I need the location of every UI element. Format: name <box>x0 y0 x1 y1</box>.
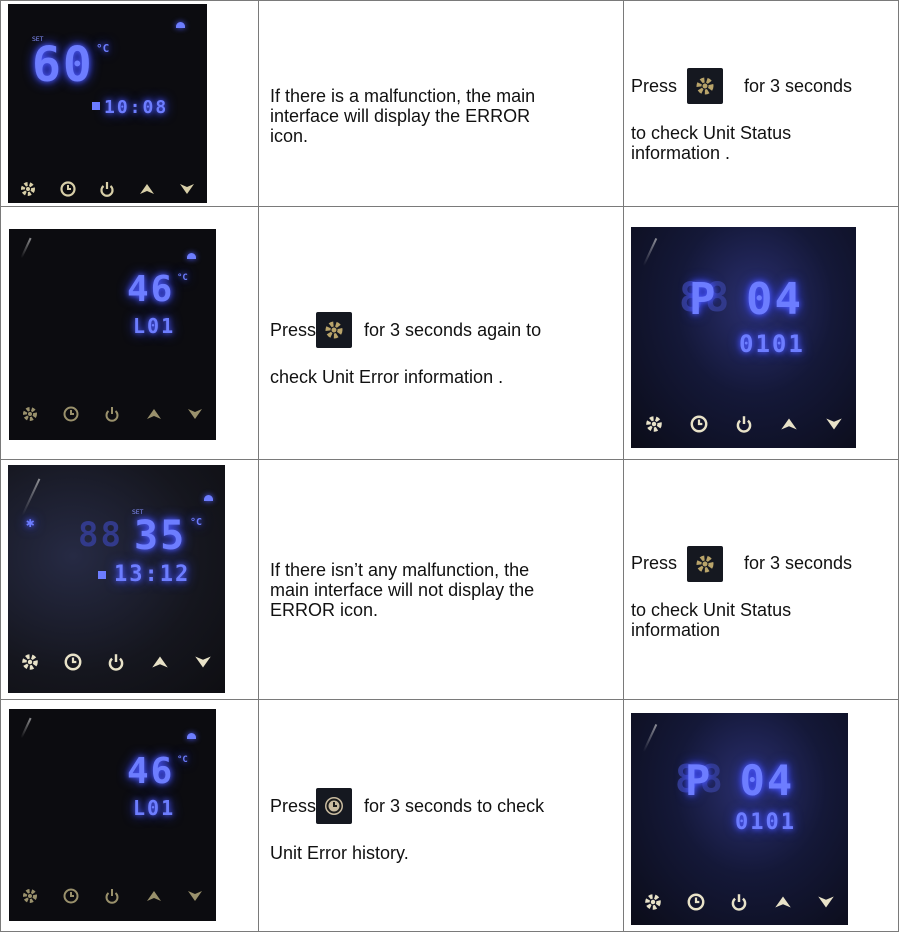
time-readout: 10:08 <box>104 97 169 118</box>
button-row <box>631 411 856 437</box>
table-border-top <box>0 0 899 1</box>
button-row <box>9 401 216 427</box>
arrow-down-icon <box>825 418 842 430</box>
press-label: Press <box>270 320 317 340</box>
temperature-readout: 60 <box>32 37 94 93</box>
press-suffix: for 3 seconds again to <box>364 320 542 340</box>
clock-button-icon <box>316 788 352 824</box>
gear-icon <box>696 555 714 573</box>
gear-icon <box>20 182 35 196</box>
gear-icon <box>22 407 37 421</box>
arrow-up-icon <box>140 184 155 194</box>
power-icon <box>100 182 115 197</box>
clock-icon <box>60 181 76 197</box>
time-readout: 13:12 <box>114 562 191 587</box>
arrow-down-icon <box>188 891 203 901</box>
gear-icon <box>644 894 661 910</box>
power-icon <box>109 654 124 671</box>
clock-icon <box>325 797 343 815</box>
row1-instruction: to check Unit Status information . <box>631 123 792 163</box>
gear-icon <box>645 416 662 432</box>
parameter-code-readout: P 04 <box>685 756 795 805</box>
parameter-code-readout: P 04 <box>689 274 803 325</box>
row2-instruction: check Unit Error information . <box>270 367 504 387</box>
status-indicator <box>98 571 106 579</box>
power-icon <box>732 894 747 911</box>
clock-icon <box>63 888 79 904</box>
gear-icon <box>21 654 38 670</box>
arrow-down-icon <box>195 656 212 668</box>
clock-icon <box>63 406 79 422</box>
gear-button-icon <box>687 546 723 582</box>
row4-instruction: Unit Error history. <box>270 843 409 863</box>
thermostat-display-photo: ✱ SET 88 35 °C 13:12 <box>8 465 225 693</box>
parameter-value-readout: 0101 <box>739 330 805 358</box>
arrow-down-icon <box>180 184 195 194</box>
column-divider <box>623 0 624 932</box>
press-label: Press <box>631 553 678 573</box>
unit-label: °C <box>177 273 188 283</box>
thermostat-display-photo: 46 °C L01 <box>9 709 216 921</box>
arrow-down-icon <box>188 409 203 419</box>
snowflake-icon: ✱ <box>26 515 37 531</box>
wifi-icon <box>187 253 196 259</box>
arrow-up-icon <box>152 656 168 668</box>
clock-icon <box>687 893 705 911</box>
arrow-up-icon <box>775 896 791 908</box>
power-icon <box>106 889 119 904</box>
unit-label: °C <box>177 755 188 765</box>
thermostat-status-photo: 88 P 04 0101 <box>631 227 856 448</box>
gear-button-icon <box>687 68 723 104</box>
row-divider <box>0 459 899 460</box>
row-divider <box>0 206 899 207</box>
press-label: Press <box>631 76 678 96</box>
unit-label: °C <box>190 517 203 528</box>
thermostat-display-photo: 46 °C L01 <box>9 229 216 440</box>
power-icon <box>106 407 119 422</box>
arrow-up-icon <box>146 409 161 419</box>
button-row <box>8 649 225 675</box>
clock-icon <box>64 653 82 671</box>
unit-label: °C <box>96 42 110 55</box>
wifi-icon <box>176 22 185 28</box>
button-row <box>631 889 848 915</box>
row3-instruction: to check Unit Status information <box>631 600 792 640</box>
press-label: Press <box>270 796 317 816</box>
gear-icon <box>325 321 343 339</box>
clock-icon <box>690 415 707 433</box>
press-suffix: for 3 seconds <box>744 553 853 573</box>
table-border-left <box>0 0 1 932</box>
arrow-up-icon <box>780 418 797 430</box>
row3-description: If there isn’t any malfunction, the main… <box>270 560 535 620</box>
column-divider <box>258 0 259 932</box>
row1-description: If there is a malfunction, the main inte… <box>270 86 536 146</box>
error-code-readout: L01 <box>133 796 176 820</box>
temperature-readout: 35 <box>134 513 187 559</box>
error-code-readout: L01 <box>133 314 176 338</box>
power-icon <box>736 416 751 433</box>
gear-button-icon <box>316 312 352 348</box>
gear-icon <box>22 889 37 903</box>
button-row <box>8 178 207 200</box>
button-row <box>9 883 216 909</box>
wifi-icon <box>204 495 213 501</box>
error-icon <box>92 102 100 110</box>
row-divider <box>0 699 899 700</box>
thermostat-display-photo: SET 60 °C 10:08 <box>8 4 207 203</box>
press-suffix: for 3 seconds <box>744 76 853 96</box>
arrow-up-icon <box>146 891 161 901</box>
parameter-value-readout: 0101 <box>735 810 796 835</box>
temperature-readout: 46 <box>127 269 175 310</box>
thermostat-status-photo: 88 P 04 0101 <box>631 713 848 925</box>
temperature-readout: 46 <box>127 751 175 792</box>
arrow-down-icon <box>818 896 835 908</box>
gear-icon <box>696 77 714 95</box>
wifi-icon <box>187 733 196 739</box>
press-suffix: for 3 seconds to check <box>364 796 545 816</box>
